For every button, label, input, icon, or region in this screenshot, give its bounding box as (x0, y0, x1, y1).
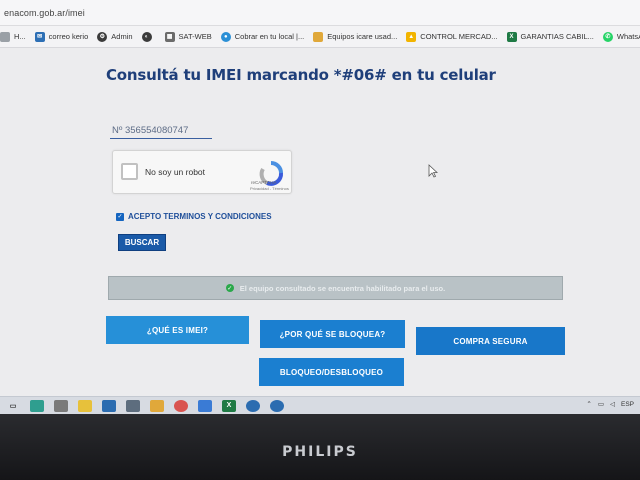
gear-icon: ⚙ (97, 31, 108, 42)
check-icon[interactable]: ✓ (116, 212, 124, 221)
whatsapp-icon: ✆ (602, 31, 613, 42)
drive-icon: ▲ (406, 31, 417, 42)
excel-icon: X (506, 31, 517, 42)
folder-icon (313, 31, 324, 42)
monitor-screen: enacom.gob.ar/imei H... ✉ correo kerio ⚙… (0, 0, 640, 414)
bookmark-item[interactable]: ✉ correo kerio (34, 31, 89, 42)
bookmark-item[interactable]: ● Cobrar en tu local |... (220, 31, 305, 42)
bookmark-item[interactable]: ✆ WhatsApp (602, 31, 640, 42)
language-indicator[interactable]: ESP (621, 401, 634, 408)
bookmark-label: correo kerio (48, 32, 89, 41)
system-tray: ⌃ ▭ ◁ ESP (586, 400, 634, 409)
excel-icon[interactable]: X (222, 399, 236, 412)
task-view-icon[interactable]: ▭ (6, 400, 20, 412)
bookmark-label: SAT-WEB (178, 32, 212, 41)
safe-purchase-button[interactable]: COMPRA SEGURA (416, 327, 565, 355)
folder-icon[interactable] (150, 399, 164, 412)
taskbar: ▭ X ⌃ ▭ ◁ ESP (0, 396, 640, 414)
mail-icon[interactable] (102, 399, 116, 412)
chevron-up-icon[interactable]: ⌃ (586, 400, 591, 408)
search-button[interactable]: BUSCAR (118, 234, 166, 251)
app-icon[interactable] (270, 399, 284, 412)
mouse-cursor-icon (428, 164, 438, 178)
recaptcha-brand: reCAPTCHA (251, 180, 277, 185)
bookmark-label: H... (14, 32, 26, 41)
check-circle-icon: ✓ (225, 284, 234, 292)
page-content: Consultá tu IMEI marcando *#06# en tu ce… (0, 48, 640, 408)
bookmark-item[interactable]: ⚙ Admin (97, 31, 133, 42)
notes-icon[interactable] (78, 399, 92, 412)
app-icon[interactable] (30, 399, 44, 412)
bookmark-label: WhatsApp (616, 32, 640, 41)
handshake-icon: ● (220, 31, 231, 42)
bookmark-label: Cobrar en tu local |... (234, 32, 305, 41)
what-is-imei-button[interactable]: ¿QUÉ ES IMEI? (106, 316, 249, 344)
mail-icon: ✉ (34, 31, 45, 42)
recaptcha-privacy-link[interactable]: Privacidad - Términos (250, 186, 289, 191)
imei-input[interactable] (110, 123, 212, 139)
app-icon[interactable] (54, 399, 68, 412)
recaptcha-widget: No soy un robot reCAPTCHA Privacidad - T… (112, 150, 292, 194)
bookmark-label: Equipos icare usad... (327, 32, 398, 41)
globe-icon: ◐ (141, 31, 152, 42)
app-icon[interactable] (246, 399, 260, 412)
network-icon[interactable]: ▭ (598, 400, 604, 408)
bookmark-item[interactable]: Equipos icare usad... (313, 31, 398, 42)
bookmark-item[interactable]: ▲ CONTROL MERCAD... (406, 31, 498, 42)
result-alert: ✓ El equipo consultado se encuentra habi… (108, 276, 563, 300)
recaptcha-label: No soy un robot (145, 167, 206, 177)
terms-label: ACEPTO TERMINOS Y CONDICIONES (128, 212, 272, 221)
bookmarks-bar: H... ✉ correo kerio ⚙ Admin ◐ ▦ SAT-WEB … (0, 26, 640, 48)
bookmark-label: GARANTIAS CABIL... (520, 32, 594, 41)
url-text[interactable]: enacom.gob.ar/imei (4, 8, 85, 18)
app-icon[interactable] (198, 399, 212, 412)
block-unblock-button[interactable]: BLOQUEO/DESBLOQUEO (259, 358, 404, 386)
bookmark-label: Admin (111, 32, 133, 41)
folder-icon (0, 31, 10, 42)
page-icon: ▦ (164, 31, 175, 42)
bookmark-item[interactable]: H... (0, 31, 26, 42)
bookmark-label: CONTROL MERCAD... (420, 32, 498, 41)
monitor-brand-logo: PHILIPS (282, 444, 358, 460)
terms-checkbox-row[interactable]: ✓ ACEPTO TERMINOS Y CONDICIONES (116, 212, 272, 221)
document-icon[interactable] (126, 399, 140, 412)
page-title: Consultá tu IMEI marcando *#06# en tu ce… (106, 66, 496, 84)
recaptcha-checkbox[interactable] (121, 163, 138, 180)
address-bar[interactable]: enacom.gob.ar/imei (0, 0, 640, 26)
bookmark-item[interactable]: X GARANTIAS CABIL... (506, 31, 594, 42)
result-message: El equipo consultado se encuentra habili… (239, 283, 446, 293)
chrome-icon[interactable] (174, 399, 188, 412)
volume-icon[interactable]: ◁ (610, 400, 615, 408)
bookmark-item[interactable]: ▦ SAT-WEB (164, 31, 212, 42)
bookmark-item[interactable]: ◐ (141, 31, 156, 42)
monitor-bezel: PHILIPS (0, 414, 640, 480)
why-blocked-button[interactable]: ¿POR QUÉ SE BLOQUEA? (260, 320, 405, 348)
